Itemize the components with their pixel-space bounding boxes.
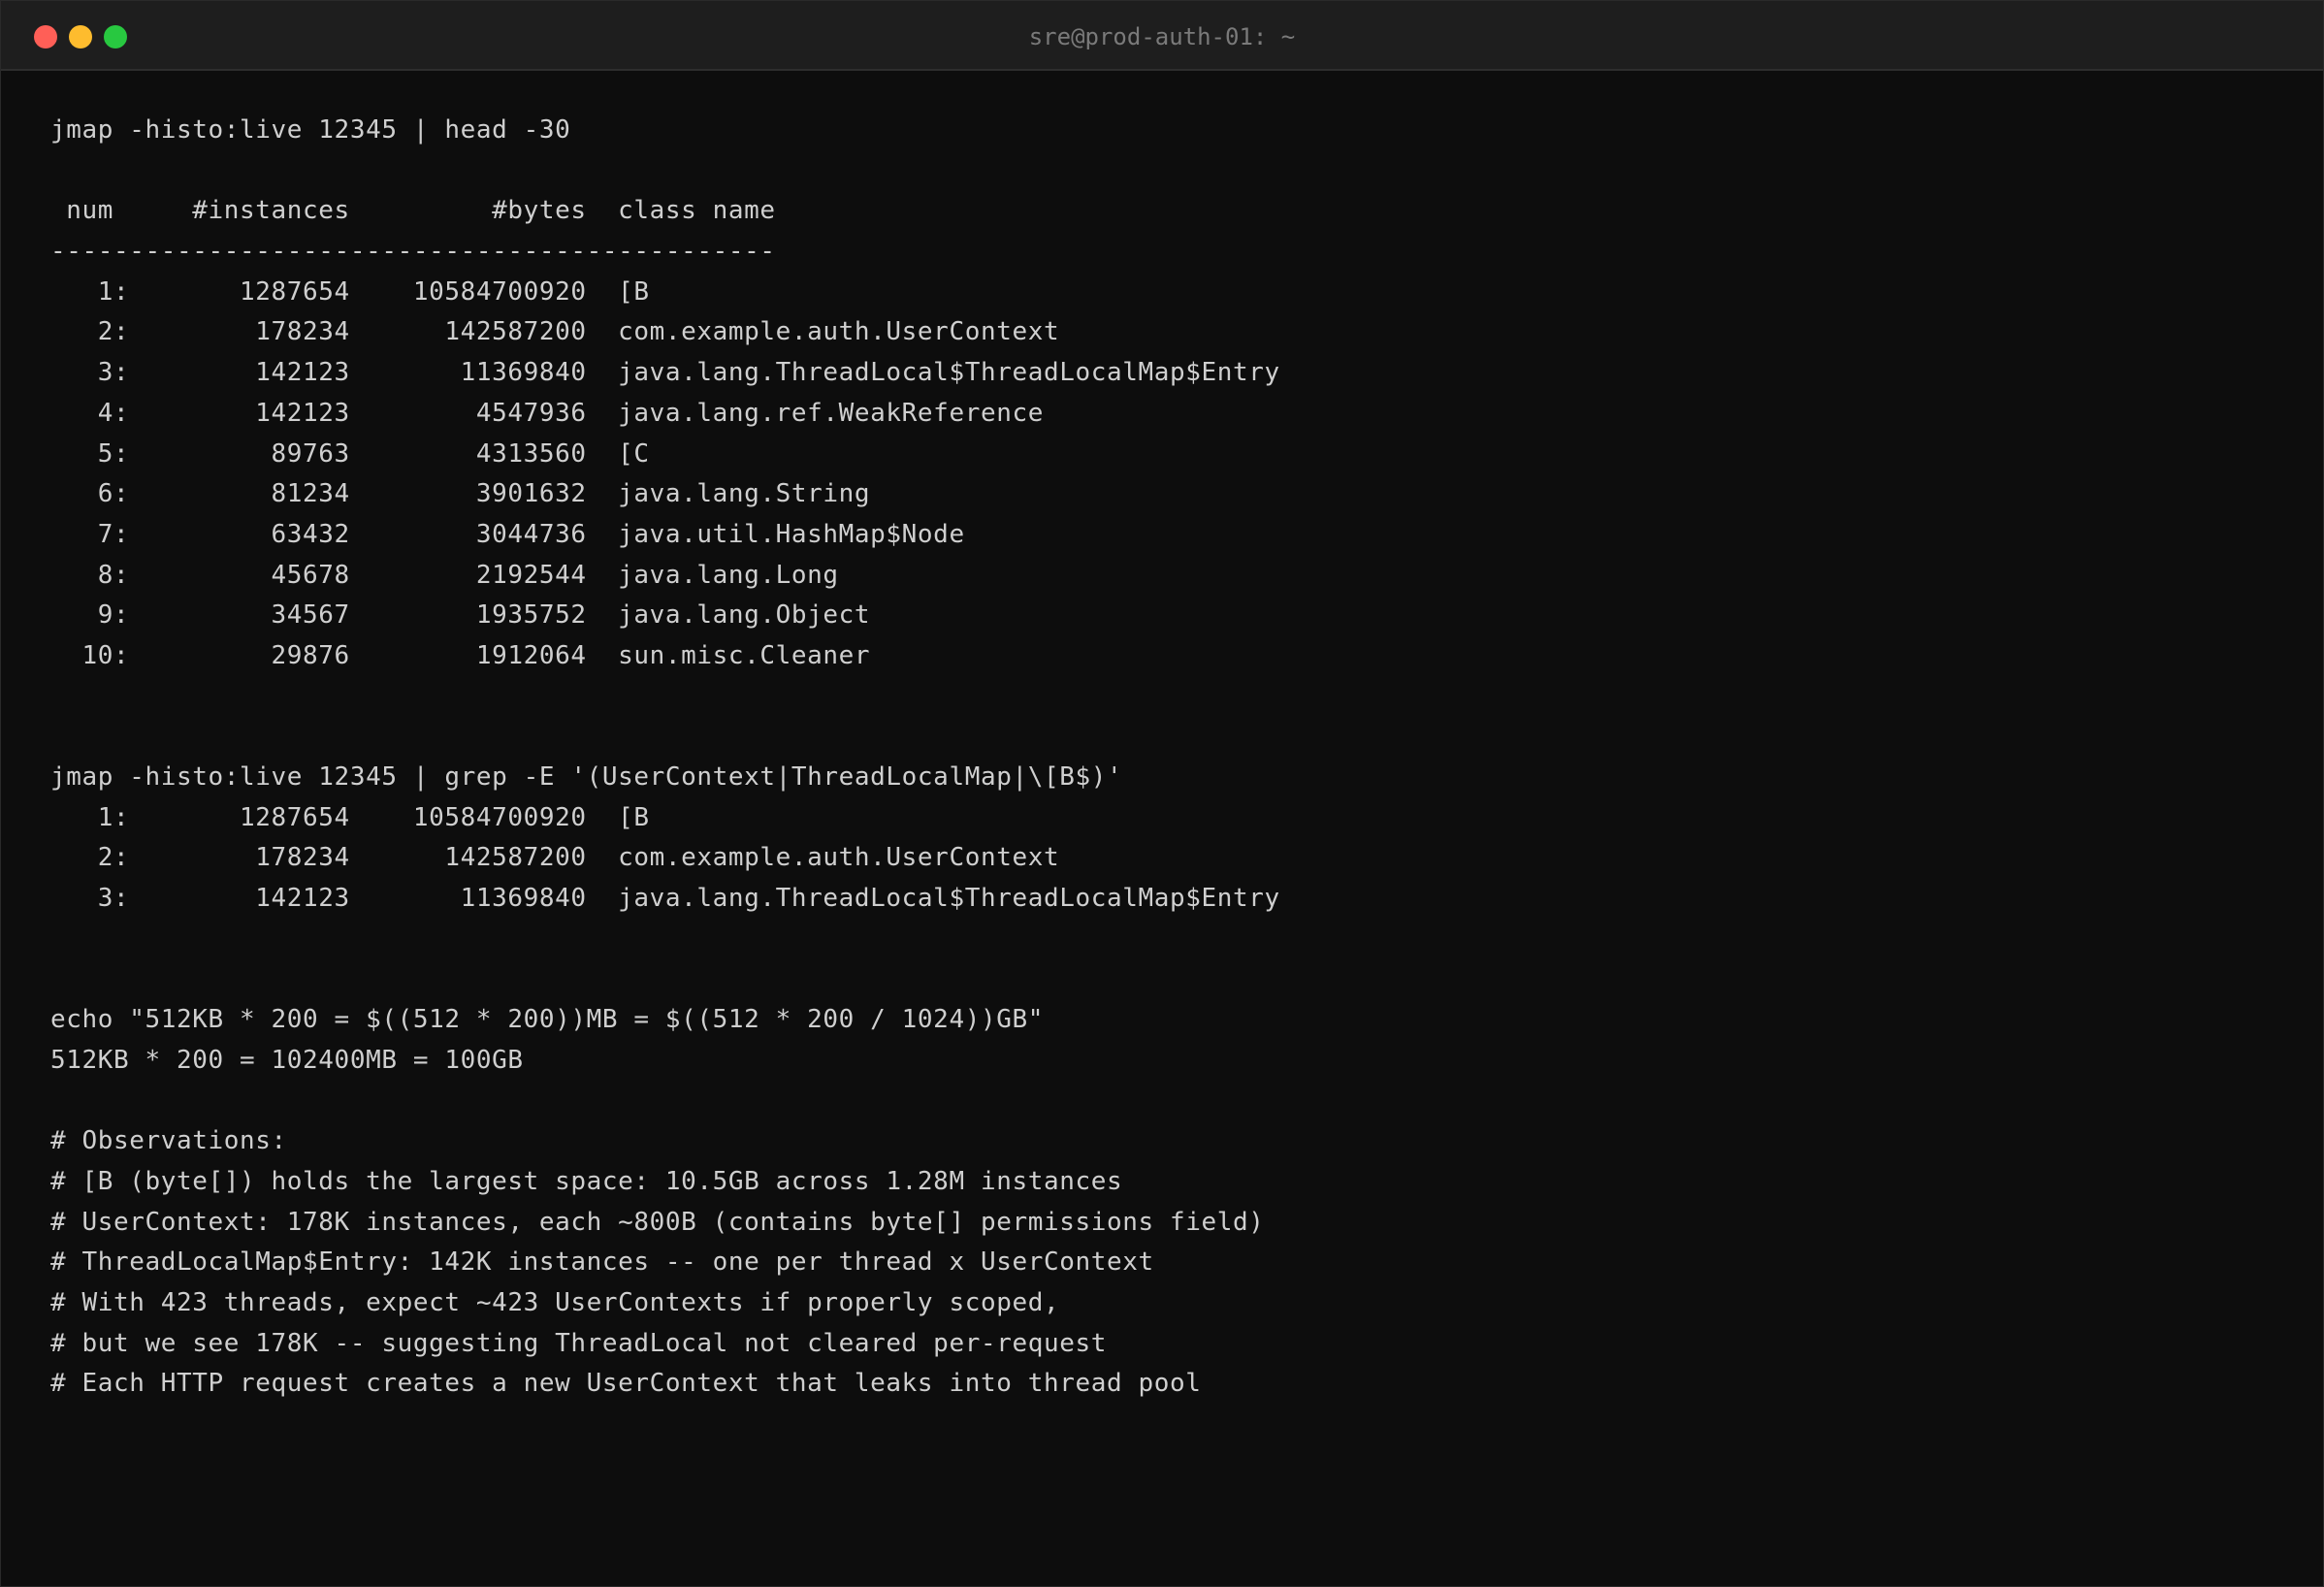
terminal-line: 6: 81234 3901632 java.lang.String	[50, 479, 871, 509]
terminal-line: 7: 63432 3044736 java.util.HashMap$Node	[50, 519, 965, 549]
terminal-line: echo "512KB * 200 = $((512 * 200))MB = $…	[50, 1005, 1044, 1035]
terminal-line: # ThreadLocalMap$Entry: 142K instances -…	[50, 1247, 1154, 1278]
terminal-line: num #instances #bytes class name	[50, 196, 776, 226]
terminal-line: 3: 142123 11369840 java.lang.ThreadLocal…	[50, 358, 1280, 388]
terminal-line: 3: 142123 11369840 java.lang.ThreadLocal…	[50, 884, 1280, 914]
terminal-line: 1: 1287654 10584700920 [B	[50, 276, 650, 307]
terminal-line: 9: 34567 1935752 java.lang.Object	[50, 600, 871, 631]
terminal-line: # UserContext: 178K instances, each ~800…	[50, 1207, 1265, 1237]
terminal-line: 8: 45678 2192544 java.lang.Long	[50, 560, 839, 590]
terminal-line: jmap -histo:live 12345 | head -30	[50, 115, 571, 145]
terminal-line: # [B (byte[]) holds the largest space: 1…	[50, 1166, 1123, 1196]
terminal-line: 5: 89763 4313560 [C	[50, 438, 650, 469]
terminal-output[interactable]: jmap -histo:live 12345 | head -30 num #i…	[50, 111, 1280, 1405]
terminal-line: 4: 142123 4547936 java.lang.ref.WeakRefe…	[50, 398, 1044, 428]
terminal-line: # Observations:	[50, 1126, 287, 1156]
terminal-window: sre@prod-auth-01: ~ jmap -histo:live 123…	[0, 0, 2324, 1587]
terminal-line: # Each HTTP request creates a new UserCo…	[50, 1369, 1202, 1399]
terminal-line: 2: 178234 142587200 com.example.auth.Use…	[50, 843, 1060, 873]
window-title: sre@prod-auth-01: ~	[1028, 23, 1296, 50]
terminal-line: 2: 178234 142587200 com.example.auth.Use…	[50, 317, 1060, 347]
terminal-line: # With 423 threads, expect ~423 UserCont…	[50, 1287, 1060, 1317]
terminal-line: 10: 29876 1912064 sun.misc.Cleaner	[50, 640, 871, 670]
title-bar: sre@prod-auth-01: ~	[1, 1, 2323, 71]
terminal-line: ----------------------------------------…	[50, 237, 776, 267]
terminal-line: 1: 1287654 10584700920 [B	[50, 802, 650, 832]
terminal-line: jmap -histo:live 12345 | grep -E '(UserC…	[50, 762, 1123, 792]
terminal-line: 512KB * 200 = 102400MB = 100GB	[50, 1045, 524, 1075]
terminal-line: # but we see 178K -- suggesting ThreadLo…	[50, 1328, 1107, 1358]
